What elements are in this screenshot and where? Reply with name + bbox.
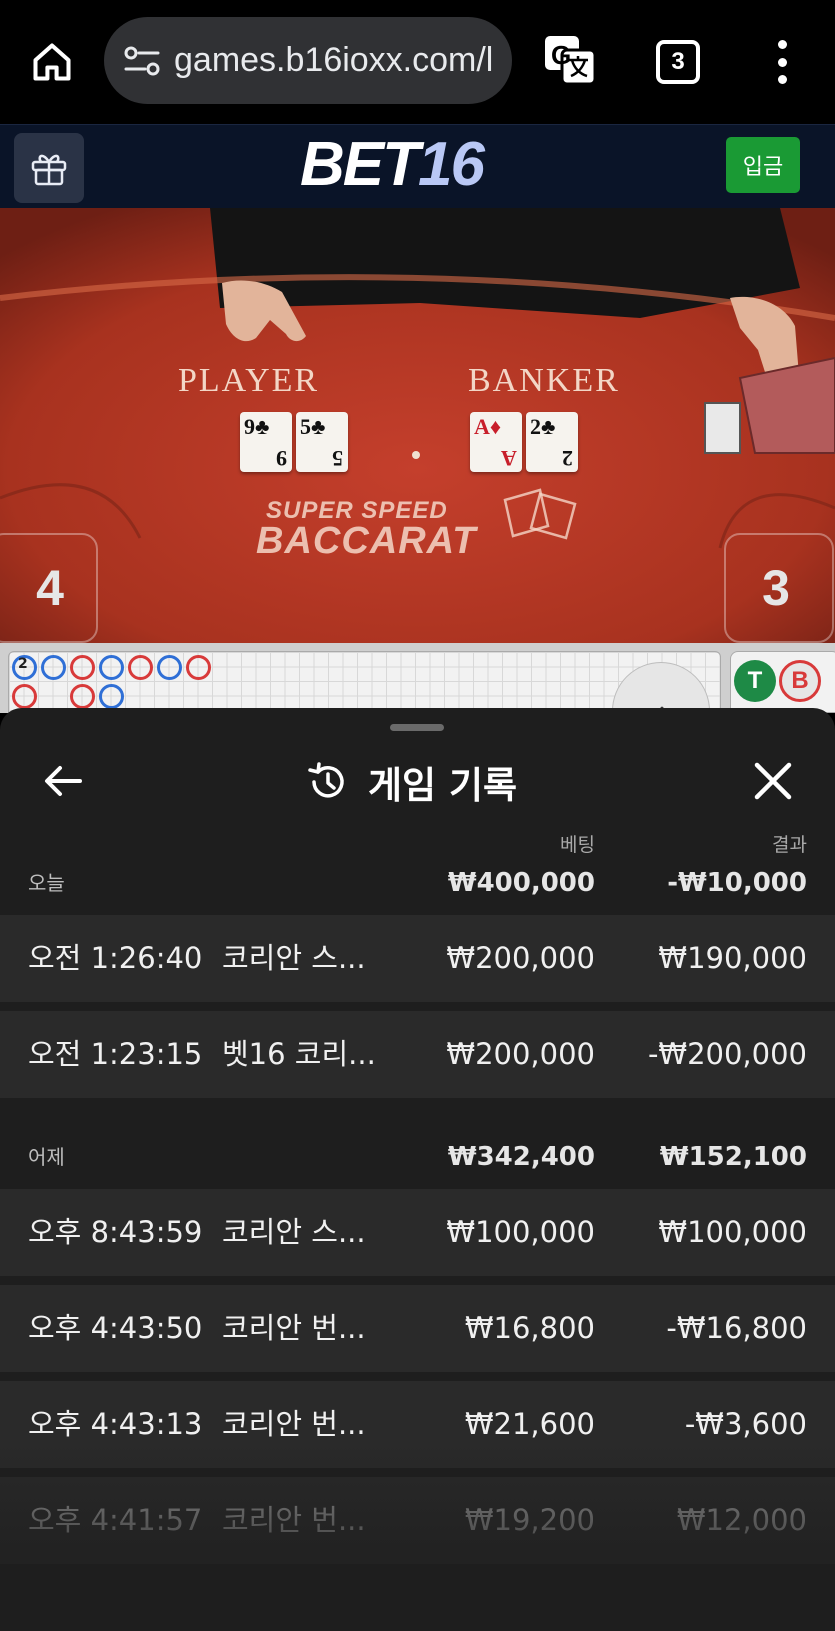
game-title-line2: BACCARAT <box>256 520 477 562</box>
day-summary-yesterday: 어제 ₩342,400 ₩152,100 <box>0 1130 835 1180</box>
site-header: BET16 입금 <box>0 124 835 208</box>
history-record-row[interactable]: 오전 1:23:15 벳16 코리... ₩200,000 -₩200,000 <box>0 1011 835 1098</box>
home-button[interactable] <box>24 30 80 94</box>
player-label: PLAYER <box>178 362 320 399</box>
deposit-button[interactable]: 입금 <box>726 137 800 193</box>
record-bet: ₩200,000 <box>446 1037 595 1071</box>
day-label: 어제 <box>28 1145 65 1169</box>
site-info-icon[interactable] <box>122 43 162 79</box>
record-result: -₩200,000 <box>647 1037 807 1071</box>
close-icon[interactable] <box>752 760 794 802</box>
brand-logo[interactable]: BET16 <box>300 130 485 200</box>
record-time: 오후 4:41:57 <box>28 1503 203 1537</box>
history-record-row[interactable]: 오후 8:43:59 코리안 스... ₩100,000 ₩100,000 <box>0 1189 835 1276</box>
banker-count-badge: B <box>779 660 821 702</box>
history-record-row[interactable]: 오후 4:43:50 코리안 번... ₩16,800 -₩16,800 <box>0 1285 835 1372</box>
record-bet: ₩16,800 <box>464 1311 595 1345</box>
game-video[interactable]: PLAYER BANKER 9♣ 9 5♣ 5 A♦ A 2♣ 2 SUPER … <box>0 208 835 643</box>
record-result: ₩12,000 <box>676 1503 807 1537</box>
sheet-title-group: 게임 기록 <box>306 756 517 808</box>
record-time: 오후 4:43:50 <box>28 1311 203 1345</box>
record-time: 오후 4:43:13 <box>28 1407 203 1441</box>
player-card-2: 5♣ 5 <box>296 412 348 472</box>
bead <box>41 655 66 680</box>
more-vert-icon[interactable] <box>770 40 794 84</box>
bead <box>186 655 211 680</box>
tabs-button[interactable]: 3 <box>656 40 700 84</box>
record-game: 코리안 스... <box>222 1215 366 1249</box>
history-record-row[interactable]: 오후 4:43:13 코리안 번... ₩21,600 -₩3,600 <box>0 1381 835 1468</box>
record-result: ₩100,000 <box>658 1215 807 1249</box>
bead <box>128 655 153 680</box>
record-result: ₩190,000 <box>658 941 807 975</box>
banker-score: 3 <box>724 533 834 643</box>
record-time: 오전 1:23:15 <box>28 1037 203 1071</box>
game-history-sheet: 게임 기록 베팅 결과 오늘 ₩400,000 -₩10,000 오전 1:26… <box>0 708 835 1631</box>
player-score: 4 <box>0 533 98 643</box>
record-bet: ₩200,000 <box>446 941 595 975</box>
home-icon <box>33 43 71 81</box>
history-record-row[interactable]: 오전 1:26:40 코리안 스... ₩200,000 ₩190,000 <box>0 915 835 1002</box>
url-text: games.b16ioxx.com/l <box>174 41 494 79</box>
address-bar[interactable]: games.b16ioxx.com/l <box>104 17 512 104</box>
record-bet: ₩21,600 <box>464 1407 595 1441</box>
record-bet: ₩100,000 <box>446 1215 595 1249</box>
banker-card-1: A♦ A <box>470 412 522 472</box>
bead <box>12 684 37 709</box>
record-bet: ₩19,200 <box>464 1503 595 1537</box>
column-header-result: 결과 <box>772 834 807 856</box>
day-summary-today: 오늘 ₩400,000 -₩10,000 <box>0 856 835 906</box>
stats-panel[interactable]: T B <box>730 651 835 713</box>
banker-label: BANKER <box>468 362 620 399</box>
record-game: 코리안 번... <box>222 1311 366 1345</box>
day-result-total: ₩152,100 <box>659 1142 807 1172</box>
browser-toolbar: games.b16ioxx.com/l G 3 <box>0 0 835 124</box>
history-icon <box>308 762 344 798</box>
record-game: 코리안 스... <box>222 941 366 975</box>
hand-separator <box>412 451 420 459</box>
record-result: -₩16,800 <box>666 1311 807 1345</box>
bead <box>99 655 124 680</box>
tie-count-badge: T <box>734 660 776 702</box>
day-result-total: -₩10,000 <box>667 868 807 898</box>
bead <box>70 655 95 680</box>
bead <box>99 684 124 709</box>
player-card-1: 9♣ 9 <box>240 412 292 472</box>
translate-icon[interactable]: G <box>542 32 598 88</box>
bead <box>70 684 95 709</box>
record-time: 오전 1:26:40 <box>28 941 203 975</box>
day-label: 오늘 <box>28 871 65 895</box>
banker-card-2: 2♣ 2 <box>526 412 578 472</box>
record-result: -₩3,600 <box>684 1407 807 1441</box>
day-bet-total: ₩400,000 <box>447 868 595 898</box>
drag-handle[interactable] <box>390 724 444 731</box>
history-record-row[interactable]: 오후 4:41:57 코리안 번... ₩19,200 ₩12,000 <box>0 1477 835 1564</box>
sheet-title: 게임 기록 <box>368 764 518 807</box>
bead-mark: 2 <box>18 656 28 672</box>
back-arrow-icon[interactable] <box>40 758 86 804</box>
bead <box>157 655 182 680</box>
logo-prefix: BET <box>300 130 420 199</box>
baccarat-table-scene <box>0 208 835 643</box>
logo-number: 16 <box>418 130 485 199</box>
gift-button[interactable] <box>14 133 84 203</box>
gift-icon <box>31 154 67 186</box>
record-time: 오후 8:43:59 <box>28 1215 203 1249</box>
bead: 2 <box>12 655 37 680</box>
day-bet-total: ₩342,400 <box>447 1142 595 1172</box>
svg-text:G: G <box>551 40 571 70</box>
record-game: 코리안 번... <box>222 1407 366 1441</box>
column-header-bet: 베팅 <box>560 834 595 856</box>
record-game: 벳16 코리... <box>222 1037 376 1071</box>
record-game: 코리안 번... <box>222 1503 366 1537</box>
